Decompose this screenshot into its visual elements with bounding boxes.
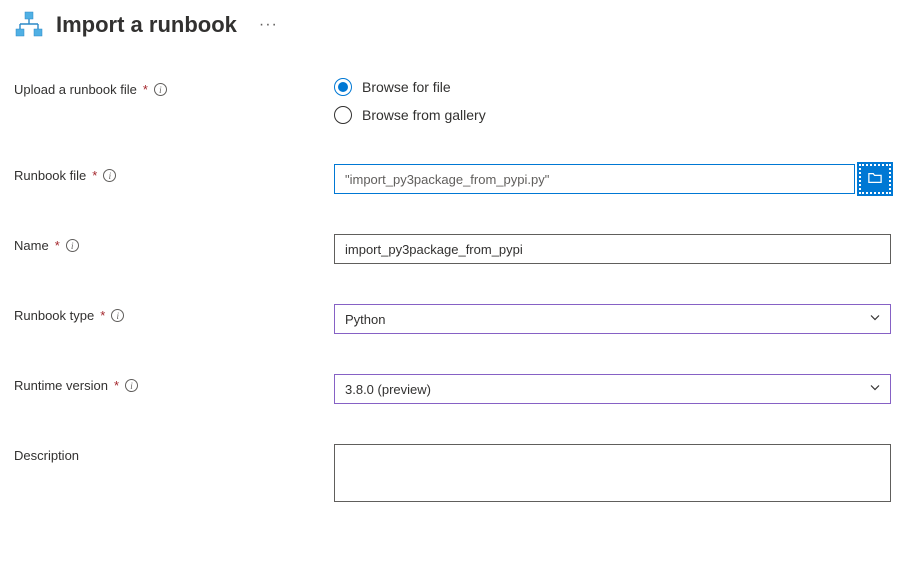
required-star: * (114, 378, 119, 393)
description-input[interactable] (334, 444, 891, 502)
page-title: Import a runbook (56, 12, 237, 38)
runbook-hierarchy-icon (14, 10, 44, 40)
name-field (334, 234, 891, 264)
label-text: Name (14, 238, 49, 253)
radio-circle-icon (334, 78, 352, 96)
select-value: 3.8.0 (preview) (345, 382, 431, 397)
description-field (334, 444, 891, 505)
upload-method-row: Upload a runbook file * i Browse for fil… (14, 78, 891, 124)
select-value: Python (345, 312, 385, 327)
runbook-file-row: Runbook file * i (14, 164, 891, 194)
radio-label: Browse from gallery (362, 107, 486, 123)
name-label: Name * i (14, 234, 334, 253)
required-star: * (55, 238, 60, 253)
runtime-version-label: Runtime version * i (14, 374, 334, 393)
label-text: Description (14, 448, 79, 463)
browse-file-button[interactable] (859, 164, 891, 194)
upload-method-field: Browse for file Browse from gallery (334, 78, 891, 124)
info-icon[interactable]: i (154, 83, 167, 96)
folder-icon (867, 171, 883, 188)
runbook-type-row: Runbook type * i Python (14, 304, 891, 334)
radio-group: Browse for file Browse from gallery (334, 78, 891, 124)
info-icon[interactable]: i (66, 239, 79, 252)
info-icon[interactable]: i (103, 169, 116, 182)
label-text: Runbook file (14, 168, 86, 183)
radio-browse-gallery[interactable]: Browse from gallery (334, 106, 891, 124)
name-input[interactable] (334, 234, 891, 264)
runtime-version-field: 3.8.0 (preview) (334, 374, 891, 404)
required-star: * (143, 82, 148, 97)
upload-method-label: Upload a runbook file * i (14, 78, 334, 97)
description-label: Description (14, 444, 334, 463)
runbook-file-field (334, 164, 891, 194)
runbook-file-display[interactable] (334, 164, 855, 194)
name-row: Name * i (14, 234, 891, 264)
label-text: Upload a runbook file (14, 82, 137, 97)
runtime-version-select[interactable]: 3.8.0 (preview) (334, 374, 891, 404)
radio-browse-file[interactable]: Browse for file (334, 78, 891, 96)
radio-label: Browse for file (362, 79, 451, 95)
required-star: * (92, 168, 97, 183)
runbook-type-select[interactable]: Python (334, 304, 891, 334)
info-icon[interactable]: i (125, 379, 138, 392)
label-text: Runbook type (14, 308, 94, 323)
info-icon[interactable]: i (111, 309, 124, 322)
radio-dot-icon (338, 82, 348, 92)
page-header: Import a runbook ··· (14, 10, 891, 40)
runtime-version-row: Runtime version * i 3.8.0 (preview) (14, 374, 891, 404)
description-row: Description (14, 444, 891, 505)
runbook-file-label: Runbook file * i (14, 164, 334, 183)
runbook-type-label: Runbook type * i (14, 304, 334, 323)
radio-circle-icon (334, 106, 352, 124)
label-text: Runtime version (14, 378, 108, 393)
runbook-type-field: Python (334, 304, 891, 334)
more-actions-button[interactable]: ··· (259, 16, 278, 34)
required-star: * (100, 308, 105, 323)
